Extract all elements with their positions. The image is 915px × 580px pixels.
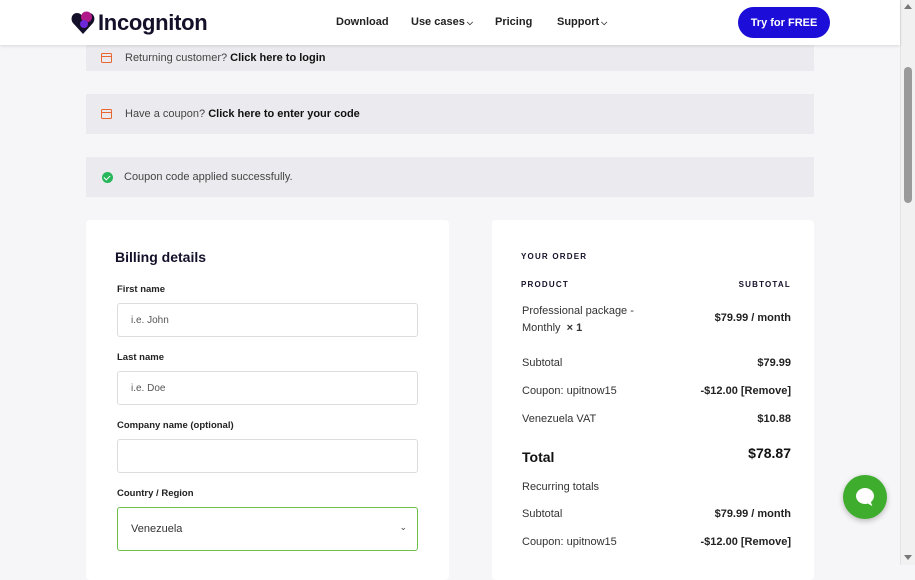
vertical-scrollbar[interactable]: [900, 0, 915, 565]
first-name-label: First name: [117, 284, 166, 295]
total-value: $78.87: [748, 445, 791, 461]
last-name-label: Last name: [117, 352, 164, 363]
chevron-down-icon: ⌵: [601, 18, 608, 27]
total-label: Total: [522, 449, 555, 465]
login-notice-text: Returning customer?: [125, 51, 228, 64]
login-link[interactable]: Click here to login: [230, 52, 325, 64]
check-circle-icon: [102, 171, 113, 183]
company-name-label: Company name (optional): [117, 420, 234, 431]
billing-title: Billing details: [115, 249, 207, 265]
vat-label: Venezuela VAT: [522, 413, 597, 425]
last-name-field[interactable]: i.e. Doe: [117, 371, 418, 405]
country-value: Venezuela: [131, 523, 183, 535]
chat-icon-tail: [867, 498, 875, 507]
product-column-header: PRODUCT: [521, 280, 569, 289]
calendar-icon: [101, 52, 112, 63]
first-name-placeholder: i.e. John: [131, 314, 169, 326]
nav-download[interactable]: Download: [336, 16, 389, 28]
nav-use-cases[interactable]: Use cases ⌵: [411, 16, 473, 28]
country-select[interactable]: Venezuela ⌄: [117, 507, 418, 551]
site-header: Incogniton Download Use cases ⌵ Pricing S…: [0, 0, 900, 45]
order-card: YOUR ORDER PRODUCT SUBTOTAL Professional…: [492, 220, 814, 580]
nav-pricing[interactable]: Pricing: [495, 16, 532, 28]
subtotal-column-header: SUBTOTAL: [738, 280, 791, 289]
scroll-up-arrow-icon[interactable]: [904, 4, 912, 9]
product-qty: × 1: [566, 322, 583, 334]
coupon-notice-text: Have a coupon?: [125, 108, 206, 120]
recurring-totals-label: Recurring totals: [522, 481, 600, 493]
recurring-subtotal-label: Subtotal: [522, 508, 563, 520]
scroll-down-arrow-icon[interactable]: [904, 555, 912, 560]
recurring-coupon-label: Coupon: upitnow15: [522, 536, 617, 548]
logo[interactable]: Incogniton: [70, 10, 208, 36]
logo-icon: [71, 11, 95, 34]
chat-button[interactable]: [843, 475, 887, 519]
coupon-value[interactable]: -$12.00 [Remove]: [701, 385, 792, 397]
chevron-down-icon: ⌄: [399, 522, 407, 532]
billing-card: Billing details First name i.e. John Las…: [86, 220, 449, 580]
enter-coupon-link[interactable]: Click here to enter your code: [208, 108, 360, 120]
last-name-placeholder: i.e. Doe: [131, 382, 166, 394]
subtotal-value: $79.99: [757, 357, 791, 369]
brand-name: Incogniton: [98, 10, 208, 35]
scroll-thumb[interactable]: [904, 67, 912, 203]
coupon-success-text: Coupon code applied successfully.: [124, 171, 293, 183]
first-name-field[interactable]: i.e. John: [117, 303, 418, 337]
nav-support-label: Support: [557, 16, 600, 28]
try-for-free-button[interactable]: Try for FREE: [738, 7, 830, 38]
coupon-success-notice: Coupon code applied successfully.: [86, 157, 814, 197]
product-name: Professional package - Monthly × 1: [522, 303, 662, 337]
recurring-subtotal-value: $79.99 / month: [714, 508, 791, 520]
company-name-field[interactable]: [117, 439, 418, 473]
subtotal-label: Subtotal: [522, 357, 563, 369]
vat-value: $10.88: [757, 413, 791, 425]
country-label: Country / Region: [117, 488, 194, 499]
your-order-heading: YOUR ORDER: [521, 252, 588, 261]
calendar-icon: [101, 109, 112, 119]
recurring-coupon-value[interactable]: -$12.00 [Remove]: [701, 536, 792, 548]
nav-use-cases-label: Use cases: [411, 16, 465, 28]
product-price: $79.99 / month: [714, 312, 791, 324]
chevron-down-icon: ⌵: [466, 18, 473, 27]
coupon-notice: Have a coupon? Click here to enter your …: [86, 94, 814, 134]
coupon-label: Coupon: upitnow15: [522, 385, 617, 397]
nav-support[interactable]: Support ⌵: [557, 16, 607, 28]
